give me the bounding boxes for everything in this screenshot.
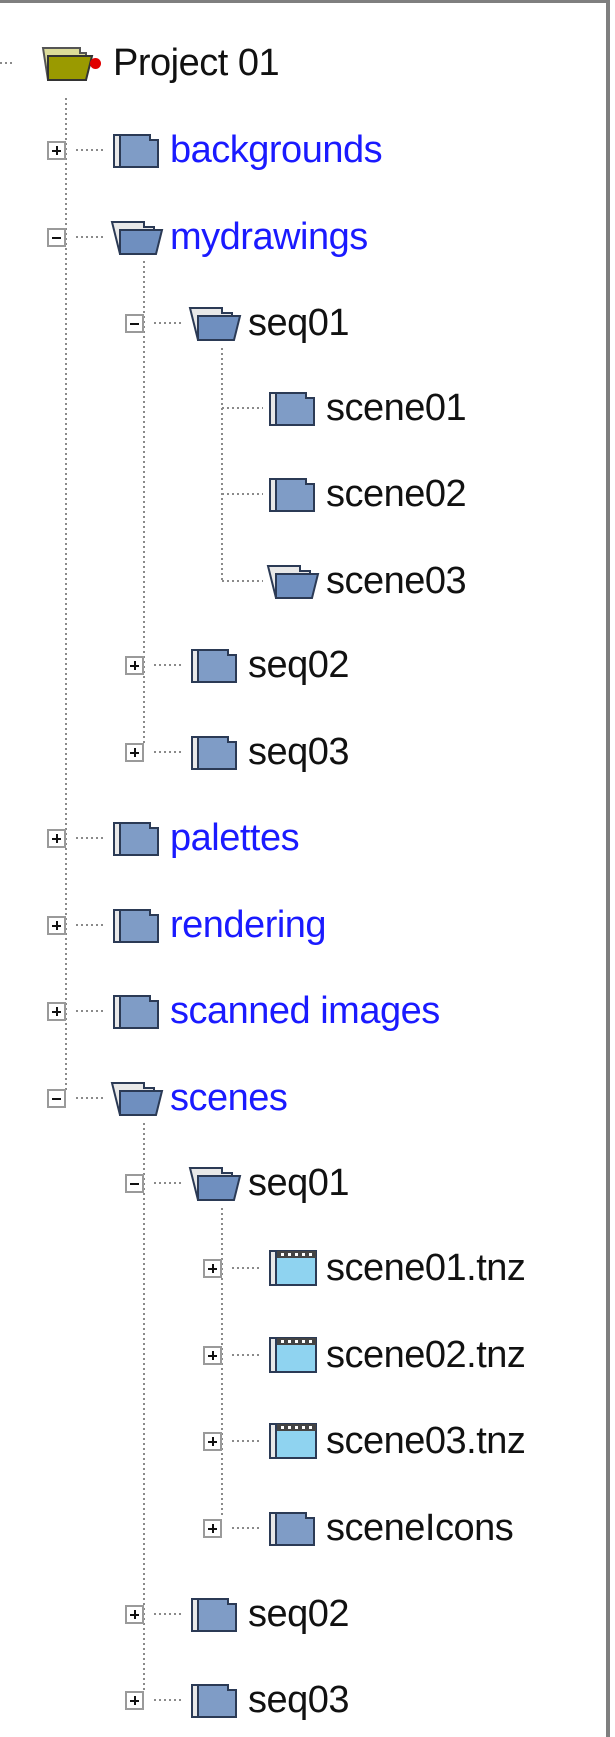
folder-icon [269, 1512, 315, 1546]
folder-icon [191, 649, 237, 683]
tree-node-scenes[interactable]: scenes [110, 1075, 288, 1121]
tree-node-seq01[interactable]: seq01 [188, 300, 350, 346]
tree-node-label: scene03 [326, 560, 467, 602]
scene-file-icon [269, 1423, 317, 1459]
expand-toggle-scene02-tnz[interactable] [203, 1346, 222, 1365]
expand-toggle-sceneicons[interactable] [203, 1519, 222, 1538]
folder-icon [191, 1598, 237, 1632]
expand-toggle-rendering[interactable] [47, 916, 66, 935]
tree-node-scanned-images[interactable]: scanned images [110, 988, 440, 1034]
tree-connector-lines [0, 62, 263, 1701]
expand-toggle-seq02[interactable] [125, 656, 144, 675]
folder-icon [113, 909, 159, 943]
expand-toggle-scenes-seq02[interactable] [125, 1605, 144, 1624]
tree-node-mydrawings[interactable]: mydrawings [110, 214, 368, 260]
tree-node-label: scene02 [326, 473, 467, 515]
expand-toggle-scene03-tnz[interactable] [203, 1432, 222, 1451]
tree-node-label: seq01 [248, 302, 350, 344]
folder-open-icon [188, 307, 242, 341]
tree-node-scene01-tnz[interactable]: scene01.tnz [266, 1245, 526, 1291]
folder-open-icon [110, 1082, 164, 1116]
tree-node-sceneicons[interactable]: sceneIcons [266, 1505, 514, 1551]
tree-root-project[interactable]: Project 01 [40, 40, 280, 86]
modified-status-dot [90, 57, 101, 69]
collapse-toggle-seq01[interactable] [125, 314, 144, 333]
folder-icon [113, 822, 159, 856]
tree-node-scenes-seq02[interactable]: seq02 [188, 1591, 350, 1637]
expand-toggle-palettes[interactable] [47, 829, 66, 848]
folder-open-icon [110, 221, 164, 255]
tree-node-seq03[interactable]: seq03 [188, 729, 350, 775]
tree-node-label: scene02.tnz [326, 1334, 526, 1376]
tree-node-label: palettes [170, 817, 300, 859]
folder-icon [269, 478, 315, 512]
tree-node-label: seq03 [248, 731, 350, 773]
tree-node-label: scene01 [326, 387, 467, 429]
tree-node-label: sceneIcons [326, 1507, 514, 1549]
tree-node-rendering[interactable]: rendering [110, 902, 327, 948]
project-folder-icon [41, 47, 94, 81]
folder-icon [113, 134, 159, 168]
expand-toggle-scenes-seq03[interactable] [125, 1691, 144, 1710]
collapse-toggle-scenes-seq01[interactable] [125, 1174, 144, 1193]
expand-toggle-scene01-tnz[interactable] [203, 1259, 222, 1278]
tree-node-scenes-seq03[interactable]: seq03 [188, 1677, 350, 1723]
project-tree-panel: Project 01 backgrounds mydrawings seq01 … [0, 0, 610, 1737]
folder-icon [113, 995, 159, 1029]
tree-node-backgrounds[interactable]: backgrounds [110, 127, 383, 173]
tree-node-palettes[interactable]: palettes [110, 815, 300, 861]
folder-icon [269, 392, 315, 426]
tree-node-label: seq01 [248, 1162, 350, 1204]
tree-node-seq02[interactable]: seq02 [188, 642, 350, 688]
collapse-toggle-mydrawings[interactable] [47, 228, 66, 247]
tree-node-label: scenes [170, 1077, 288, 1119]
tree-node-label: backgrounds [170, 129, 383, 171]
tree-node-label: seq02 [248, 644, 350, 686]
folder-icon [191, 736, 237, 770]
tree-node-label: mydrawings [170, 216, 368, 258]
expand-toggle-scanned-images[interactable] [47, 1002, 66, 1021]
scene-file-icon [269, 1337, 317, 1373]
tree-root-label: Project 01 [113, 42, 280, 84]
scene-file-icon [269, 1250, 317, 1286]
expand-toggle-seq03[interactable] [125, 743, 144, 762]
tree-node-label: scanned images [170, 990, 440, 1032]
tree-node-label: seq03 [248, 1679, 350, 1721]
tree-node-label: seq02 [248, 1593, 350, 1635]
folder-open-icon [266, 565, 320, 599]
tree-node-label: scene03.tnz [326, 1420, 526, 1462]
tree-node-scene01[interactable]: scene01 [266, 385, 467, 431]
tree-node-scenes-seq01[interactable]: seq01 [188, 1160, 350, 1206]
folder-open-icon [188, 1167, 242, 1201]
tree-node-label: rendering [170, 904, 327, 946]
project-tree: Project 01 backgrounds mydrawings seq01 … [0, 3, 606, 1737]
expand-toggle-backgrounds[interactable] [47, 141, 66, 160]
tree-node-scene03-tnz[interactable]: scene03.tnz [266, 1418, 526, 1464]
tree-node-scene03[interactable]: scene03 [266, 558, 467, 604]
folder-icon [191, 1684, 237, 1718]
tree-node-label: scene01.tnz [326, 1247, 526, 1289]
tree-node-scene02[interactable]: scene02 [266, 471, 467, 517]
tree-node-scene02-tnz[interactable]: scene02.tnz [266, 1332, 526, 1378]
collapse-toggle-scenes[interactable] [47, 1089, 66, 1108]
